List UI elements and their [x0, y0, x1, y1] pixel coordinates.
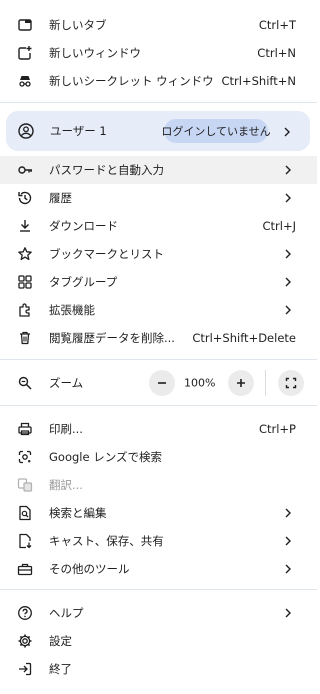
- menu-item-tab-groups[interactable]: タブグループ: [0, 268, 317, 296]
- cast-save-share-label: キャスト、保存、共有: [49, 534, 164, 548]
- menu-item-print[interactable]: 印刷... Ctrl+P: [0, 415, 317, 443]
- new-window-shortcut: Ctrl+N: [257, 46, 296, 60]
- zoom-out-button[interactable]: [149, 370, 175, 396]
- bookmarks-label: ブックマークとリスト: [49, 247, 164, 261]
- menu-item-find-edit[interactable]: 検索と編集: [0, 499, 317, 527]
- zoom-label: ズーム: [49, 376, 84, 390]
- download-icon: [17, 218, 33, 234]
- downloads-label: ダウンロード: [49, 219, 118, 233]
- menu-item-new-window[interactable]: 新しいウィンドウ Ctrl+N: [0, 39, 317, 67]
- save-file-icon: [17, 533, 33, 549]
- help-label: ヘルプ: [49, 606, 84, 620]
- new-incognito-shortcut: Ctrl+Shift+N: [221, 74, 296, 88]
- menu-item-bookmarks-lists[interactable]: ブックマークとリスト: [0, 240, 317, 268]
- zoom-in-button[interactable]: [228, 370, 254, 396]
- print-shortcut: Ctrl+P: [258, 422, 296, 436]
- history-icon: [17, 190, 33, 206]
- puzzle-piece-icon: [17, 302, 33, 318]
- separator: [0, 405, 317, 406]
- zoom-level: 100%: [184, 376, 216, 390]
- separator: [0, 102, 317, 103]
- menu-item-clear-browsing-data[interactable]: 閲覧履歴データを削除... Ctrl+Shift+Delete: [0, 324, 317, 352]
- menu-item-cast-save-share[interactable]: キャスト、保存、共有: [0, 527, 317, 555]
- chevron-right-icon: [283, 277, 293, 287]
- new-tab-icon: [17, 17, 33, 33]
- account-circle-icon: [18, 123, 34, 139]
- downloads-shortcut: Ctrl+J: [262, 219, 297, 233]
- extensions-label: 拡張機能: [49, 303, 95, 317]
- gear-icon: [17, 633, 33, 649]
- chevron-right-icon: [283, 564, 293, 574]
- history-label: 履歴: [49, 191, 72, 205]
- minus-icon: [158, 382, 166, 384]
- chevron-right-icon: [283, 508, 293, 518]
- menu-item-help[interactable]: ヘルプ: [0, 599, 317, 627]
- zoom-magnifier-icon: [17, 375, 33, 391]
- new-tab-shortcut: Ctrl+T: [258, 18, 296, 32]
- menu-item-more-tools[interactable]: その他のツール: [0, 555, 317, 583]
- chevron-right-icon: [283, 305, 293, 315]
- chevron-right-icon: [283, 193, 293, 203]
- translate-icon: [17, 477, 33, 493]
- chevron-right-icon: [283, 249, 293, 259]
- zoom-divider: [265, 370, 266, 396]
- separator: [0, 359, 317, 360]
- help-circle-icon: [17, 605, 33, 621]
- new-window-icon: [17, 45, 33, 61]
- chrome-app-menu: 新しいタブ Ctrl+T 新しいウィンドウ Ctrl+N 新しいシークレット ウ…: [0, 0, 317, 694]
- tab-groups-label: タブグループ: [49, 275, 118, 289]
- exit-label: 終了: [49, 662, 72, 676]
- trash-icon: [17, 330, 33, 346]
- translate-label: 翻訳...: [49, 478, 83, 492]
- zoom-row: ズーム 100%: [0, 368, 317, 398]
- new-tab-label: 新しいタブ: [49, 18, 107, 32]
- tab-groups-icon: [17, 274, 33, 290]
- chevron-right-icon: [283, 165, 293, 175]
- find-in-page-icon: [17, 505, 33, 521]
- star-icon: [17, 246, 33, 262]
- new-window-label: 新しいウィンドウ: [49, 46, 141, 60]
- more-tools-label: その他のツール: [49, 562, 130, 576]
- find-edit-label: 検索と編集: [49, 506, 107, 520]
- sign-in-status-badge[interactable]: ログインしていません: [161, 119, 271, 143]
- google-lens-icon: [17, 449, 33, 465]
- incognito-icon: [17, 73, 33, 89]
- menu-item-passwords-autofill[interactable]: パスワードと自動入力: [0, 156, 317, 184]
- exit-icon: [17, 661, 33, 677]
- plus-icon: [237, 379, 245, 387]
- passwords-label: パスワードと自動入力: [49, 163, 164, 177]
- toolbox-icon: [17, 561, 33, 577]
- profile-name: ユーザー 1: [50, 124, 107, 138]
- print-label: 印刷...: [49, 422, 83, 436]
- fullscreen-button[interactable]: [278, 370, 304, 396]
- profile-card[interactable]: ユーザー 1 ログインしていません: [6, 111, 310, 151]
- key-icon: [17, 162, 33, 178]
- menu-item-extensions[interactable]: 拡張機能: [0, 296, 317, 324]
- chevron-right-icon: [282, 126, 292, 137]
- clear-data-label: 閲覧履歴データを削除...: [49, 331, 175, 345]
- chevron-right-icon: [283, 608, 293, 618]
- menu-item-history[interactable]: 履歴: [0, 184, 317, 212]
- fullscreen-icon: [285, 377, 297, 389]
- menu-item-translate[interactable]: 翻訳...: [0, 471, 317, 499]
- printer-icon: [17, 421, 33, 437]
- new-incognito-label: 新しいシークレット ウィンドウ: [49, 74, 214, 88]
- separator: [0, 589, 317, 590]
- chevron-right-icon: [283, 536, 293, 546]
- menu-item-google-lens[interactable]: Google レンズで検索: [0, 443, 317, 471]
- menu-item-new-incognito-window[interactable]: 新しいシークレット ウィンドウ Ctrl+Shift+N: [0, 67, 317, 95]
- clear-data-shortcut: Ctrl+Shift+Delete: [192, 331, 296, 345]
- menu-item-settings[interactable]: 設定: [0, 627, 317, 655]
- menu-item-new-tab[interactable]: 新しいタブ Ctrl+T: [0, 11, 317, 39]
- settings-label: 設定: [49, 634, 72, 648]
- menu-item-exit[interactable]: 終了: [0, 655, 317, 683]
- google-lens-label: Google レンズで検索: [49, 450, 162, 464]
- menu-item-downloads[interactable]: ダウンロード Ctrl+J: [0, 212, 317, 240]
